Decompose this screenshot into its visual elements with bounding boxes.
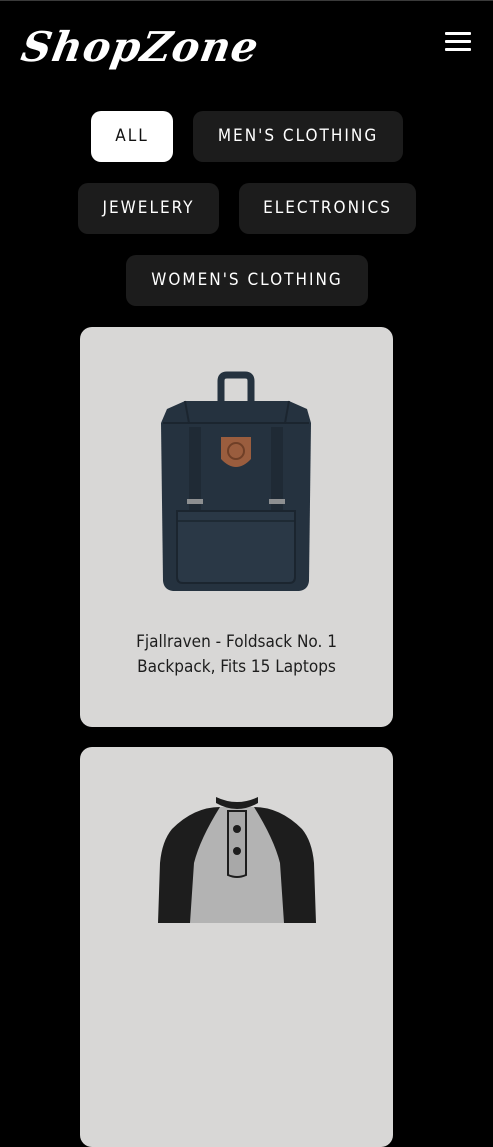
filter-jewelery-button[interactable]: jewelery [78, 183, 219, 234]
menu-bar-bottom [445, 48, 471, 51]
filter-womens-clothing-button[interactable]: women's clothing [126, 255, 368, 306]
menu-bar-middle [445, 40, 471, 43]
backpack-image [161, 371, 311, 591]
raglan-shirt-image [158, 797, 316, 923]
product-title: Fjallraven - Foldsack No. 1 Backpack, Fi… [136, 632, 337, 677]
product-card[interactable] [80, 747, 393, 1147]
menu-bar-top [445, 32, 471, 35]
filter-all-button[interactable]: All [91, 111, 173, 162]
site-header: ShopZone [0, 0, 493, 96]
filter-mens-clothing-button[interactable]: men's clothing [193, 111, 403, 162]
filter-electronics-button[interactable]: electronics [239, 183, 416, 234]
shopzone-logo[interactable]: ShopZone [17, 18, 264, 76]
hamburger-menu-icon[interactable] [443, 31, 473, 53]
product-card[interactable]: Fjallraven - Foldsack No. 1 Backpack, Fi… [80, 327, 393, 727]
